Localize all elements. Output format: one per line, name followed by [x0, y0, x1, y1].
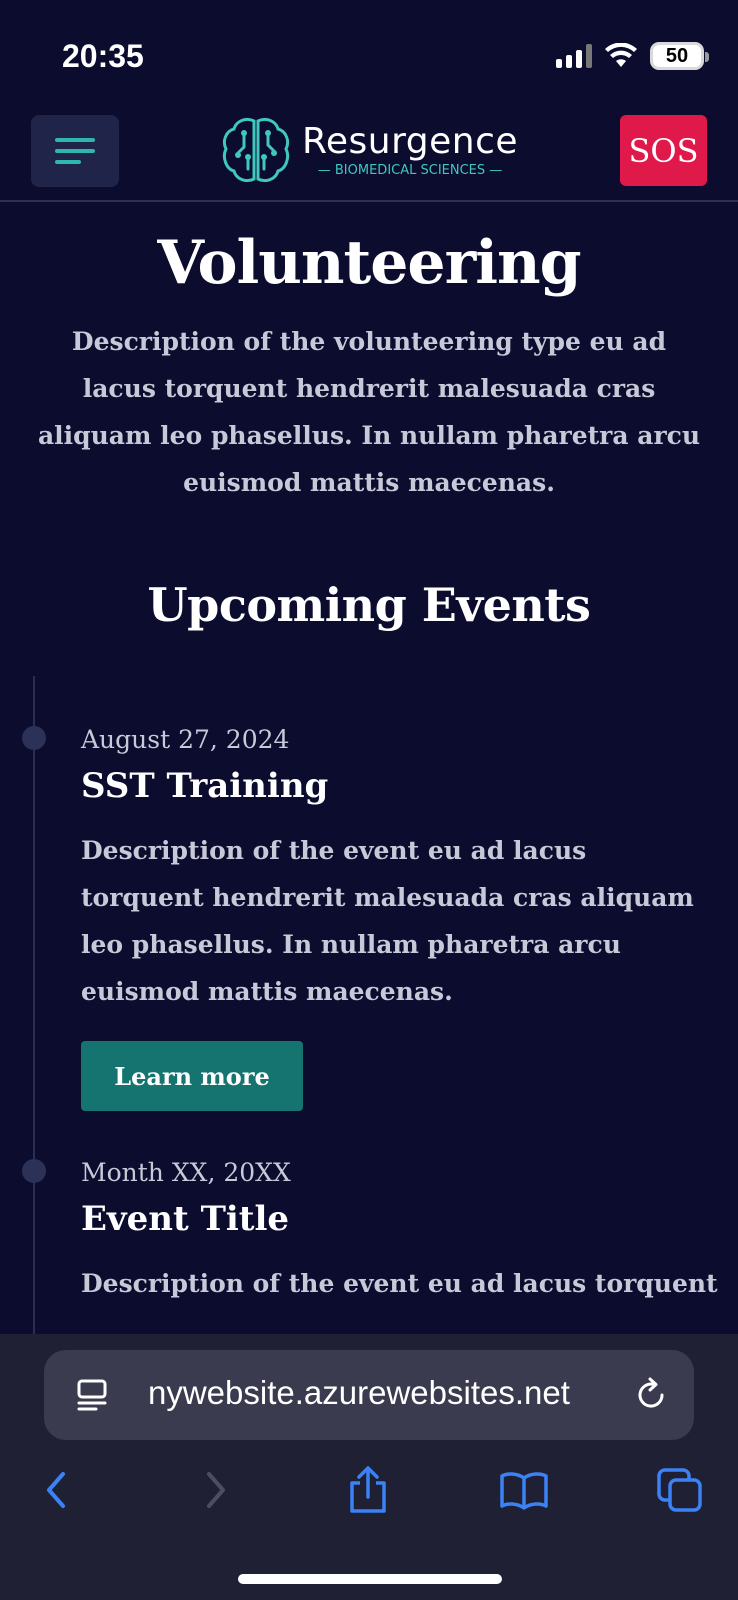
brain-circuit-icon: [222, 117, 290, 183]
event-description: Description of the event eu ad lacus tor…: [81, 836, 694, 1006]
timeline-line: [33, 676, 35, 1336]
cellular-signal-icon: [556, 44, 592, 68]
event-item: August 27, 2024 SST Training Description…: [81, 723, 711, 1111]
battery-icon: 50: [650, 42, 709, 70]
event-item: Month XX, 20XX Event Title Description o…: [81, 1156, 718, 1307]
event-description: Description of the event eu ad lacus tor…: [81, 1269, 718, 1298]
share-button[interactable]: [338, 1460, 398, 1520]
page-title: Volunteering: [157, 228, 581, 298]
browser-toolbar: [0, 1460, 738, 1540]
share-icon: [350, 1466, 386, 1513]
url-text[interactable]: nywebsite.azurewebsites.net: [148, 1374, 628, 1412]
bookmarks-button[interactable]: [494, 1460, 554, 1520]
event-date: August 27, 2024: [81, 725, 290, 754]
site-logo[interactable]: Resurgence — BIOMEDICAL SCIENCES —: [218, 110, 523, 192]
browser-bar: nywebsite.azurewebsites.net: [0, 1334, 738, 1600]
menu-button[interactable]: [31, 115, 119, 187]
event-date: Month XX, 20XX: [81, 1158, 291, 1187]
battery-level: 50: [665, 44, 689, 67]
wifi-icon: [605, 43, 637, 67]
back-icon: [47, 1472, 65, 1508]
timeline-dot: [22, 726, 46, 750]
forward-button[interactable]: [186, 1460, 246, 1520]
learn-more-button[interactable]: Learn more: [81, 1041, 303, 1111]
home-indicator[interactable]: [238, 1574, 502, 1584]
reload-icon[interactable]: [632, 1376, 670, 1414]
event-title: Event Title: [81, 1199, 290, 1239]
address-bar[interactable]: nywebsite.azurewebsites.net: [44, 1350, 694, 1440]
sos-button[interactable]: SOS: [620, 115, 707, 186]
logo-text: Resurgence — BIOMEDICAL SCIENCES —: [302, 122, 518, 180]
tabs-icon: [657, 1468, 702, 1512]
hamburger-icon: [55, 138, 95, 142]
forward-icon: [207, 1472, 225, 1508]
back-button[interactable]: [26, 1460, 86, 1520]
timeline-dot: [22, 1159, 46, 1183]
events-section-title: Upcoming Events: [147, 578, 591, 632]
status-time: 20:35: [62, 38, 144, 74]
site-header: Resurgence — BIOMEDICAL SCIENCES — SOS: [0, 110, 738, 202]
page-menu-icon[interactable]: [76, 1378, 110, 1412]
event-title: SST Training: [81, 766, 329, 806]
status-icons: 50: [556, 42, 709, 70]
status-bar: 20:35 50: [0, 0, 738, 110]
bookmarks-icon: [500, 1472, 548, 1510]
page-description: Description of the volunteering type eu …: [37, 327, 701, 497]
logo-name: Resurgence: [302, 121, 519, 162]
logo-subtitle: — BIOMEDICAL SCIENCES —: [317, 163, 503, 178]
tabs-button[interactable]: [650, 1460, 710, 1520]
